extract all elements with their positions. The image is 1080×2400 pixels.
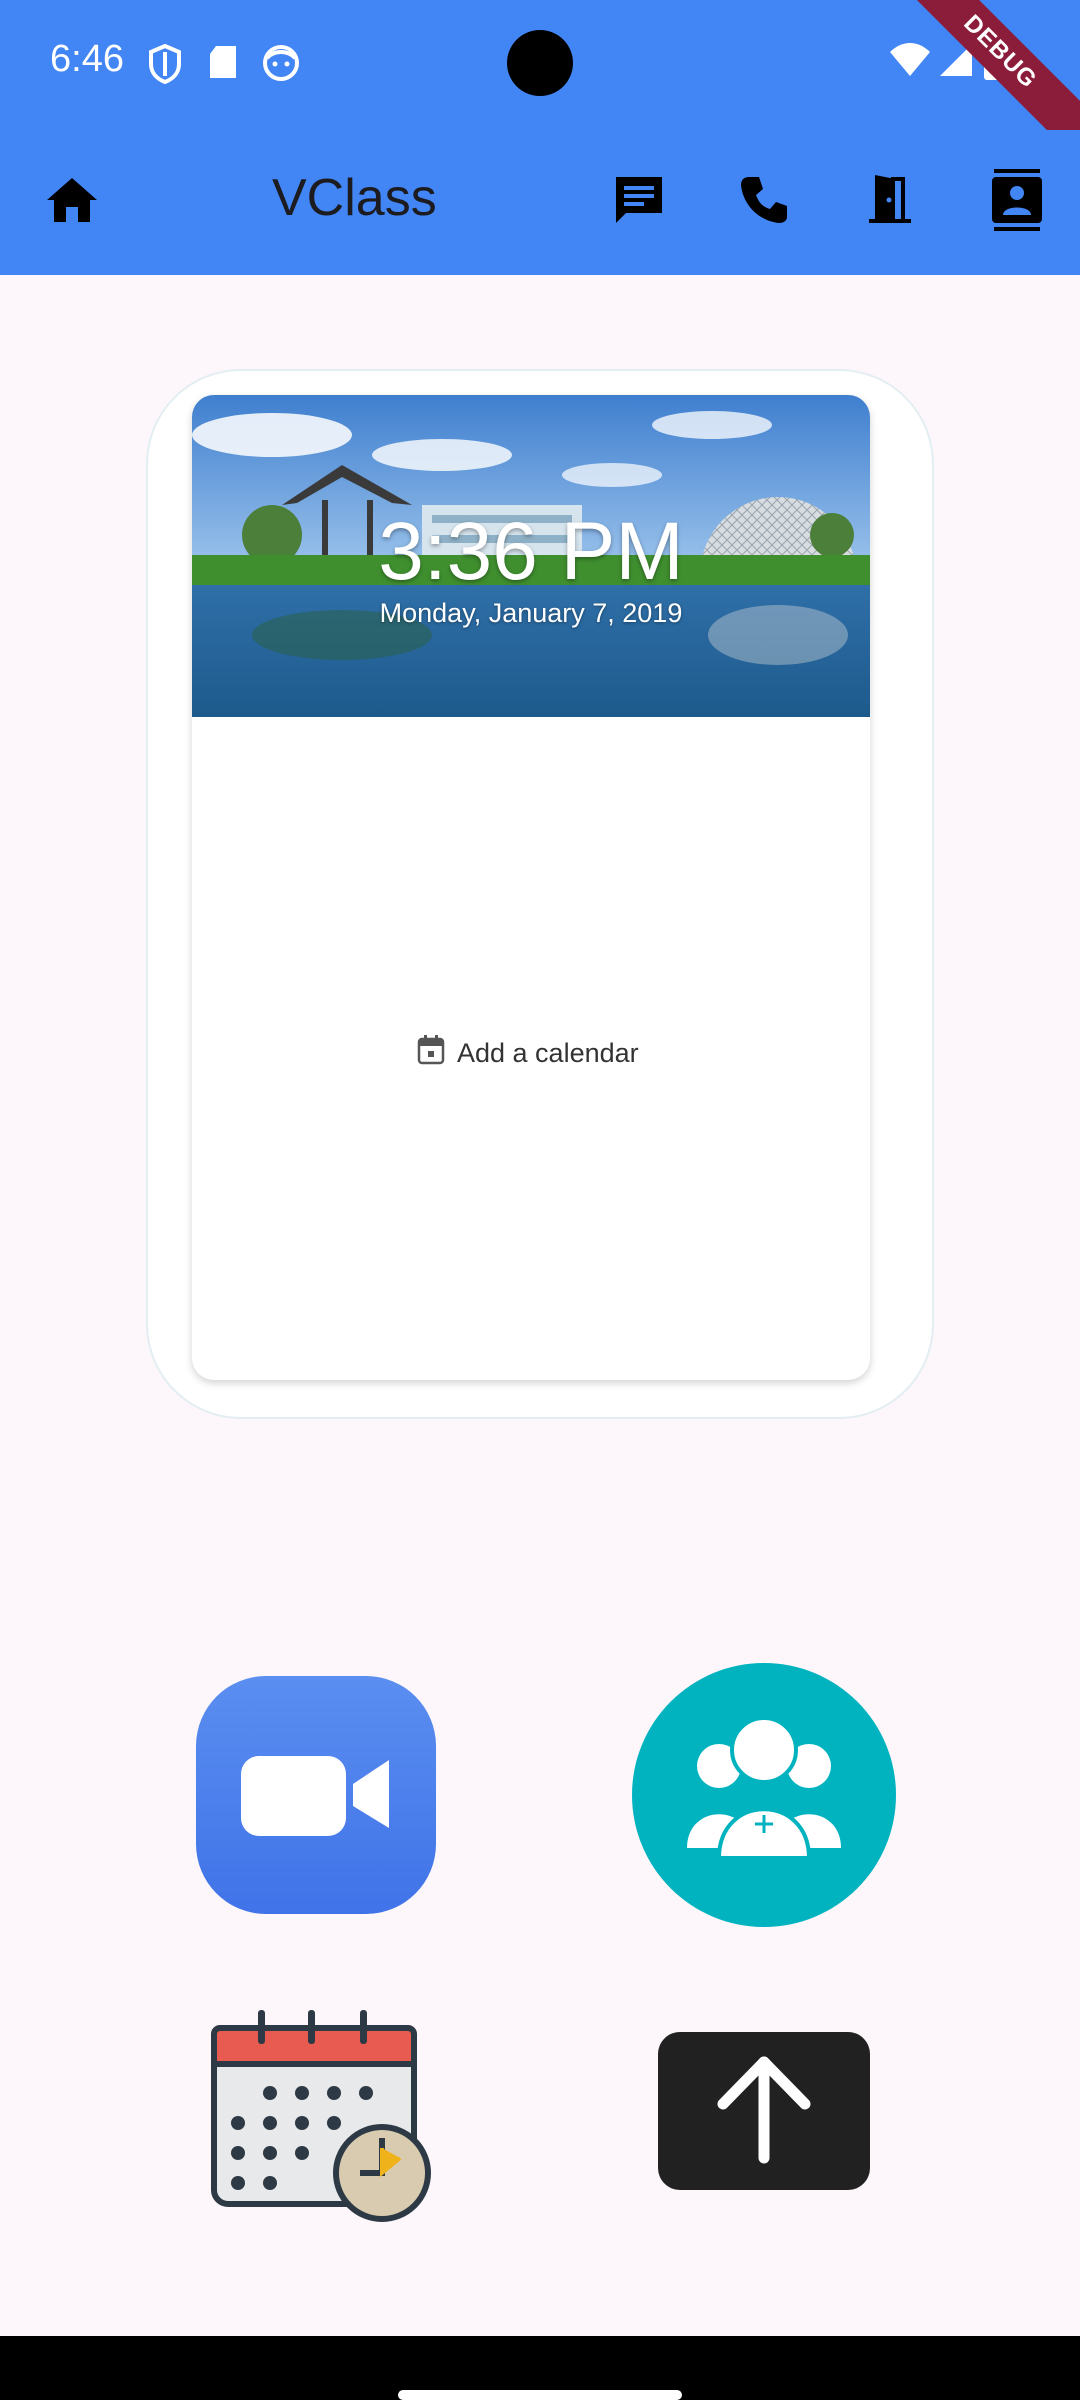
app-title: VClass — [272, 169, 437, 227]
clock-widget-card[interactable]: 3:36 PM Monday, January 7, 2019 Add a ca… — [192, 395, 870, 1380]
wifi-icon — [888, 42, 932, 83]
landscape-image: 3:36 PM Monday, January 7, 2019 — [192, 395, 870, 717]
clock-date: Monday, January 7, 2019 — [379, 598, 683, 628]
upload-tile[interactable] — [658, 2032, 870, 2190]
exit-button[interactable] — [848, 160, 932, 244]
home-button[interactable] — [30, 160, 114, 244]
sd-card-icon — [208, 44, 238, 85]
schedule-tile[interactable] — [210, 2008, 440, 2233]
shield-icon — [148, 43, 182, 89]
arrow-up-icon — [709, 2054, 819, 2169]
add-calendar-button[interactable]: Add a calendar — [417, 1035, 639, 1072]
chat-icon — [612, 173, 666, 232]
video-camera-icon — [241, 1748, 391, 1843]
calendar-icon — [417, 1035, 445, 1072]
add-calendar-label: Add a calendar — [457, 1038, 639, 1068]
camera-cutout — [507, 30, 573, 96]
face-icon — [262, 44, 300, 87]
home-gesture-handle[interactable] — [398, 2390, 682, 2400]
app-bar: VClass — [0, 130, 1080, 275]
calendar-clock-icon — [210, 2008, 440, 2233]
phone-icon — [737, 173, 791, 232]
chat-button[interactable] — [597, 160, 681, 244]
contacts-icon — [990, 168, 1044, 236]
home-icon — [45, 176, 99, 229]
group-add-tile[interactable] — [632, 1663, 896, 1927]
people-add-icon — [679, 1708, 849, 1883]
exit-door-icon — [865, 173, 915, 232]
status-time: 6:46 — [50, 38, 124, 80]
clock-time: 3:36 PM — [378, 506, 684, 597]
contacts-button[interactable] — [975, 160, 1059, 244]
phone-button[interactable] — [722, 160, 806, 244]
status-bar: 6:46 DEBUG — [0, 0, 1080, 174]
video-call-tile[interactable] — [196, 1676, 436, 1914]
